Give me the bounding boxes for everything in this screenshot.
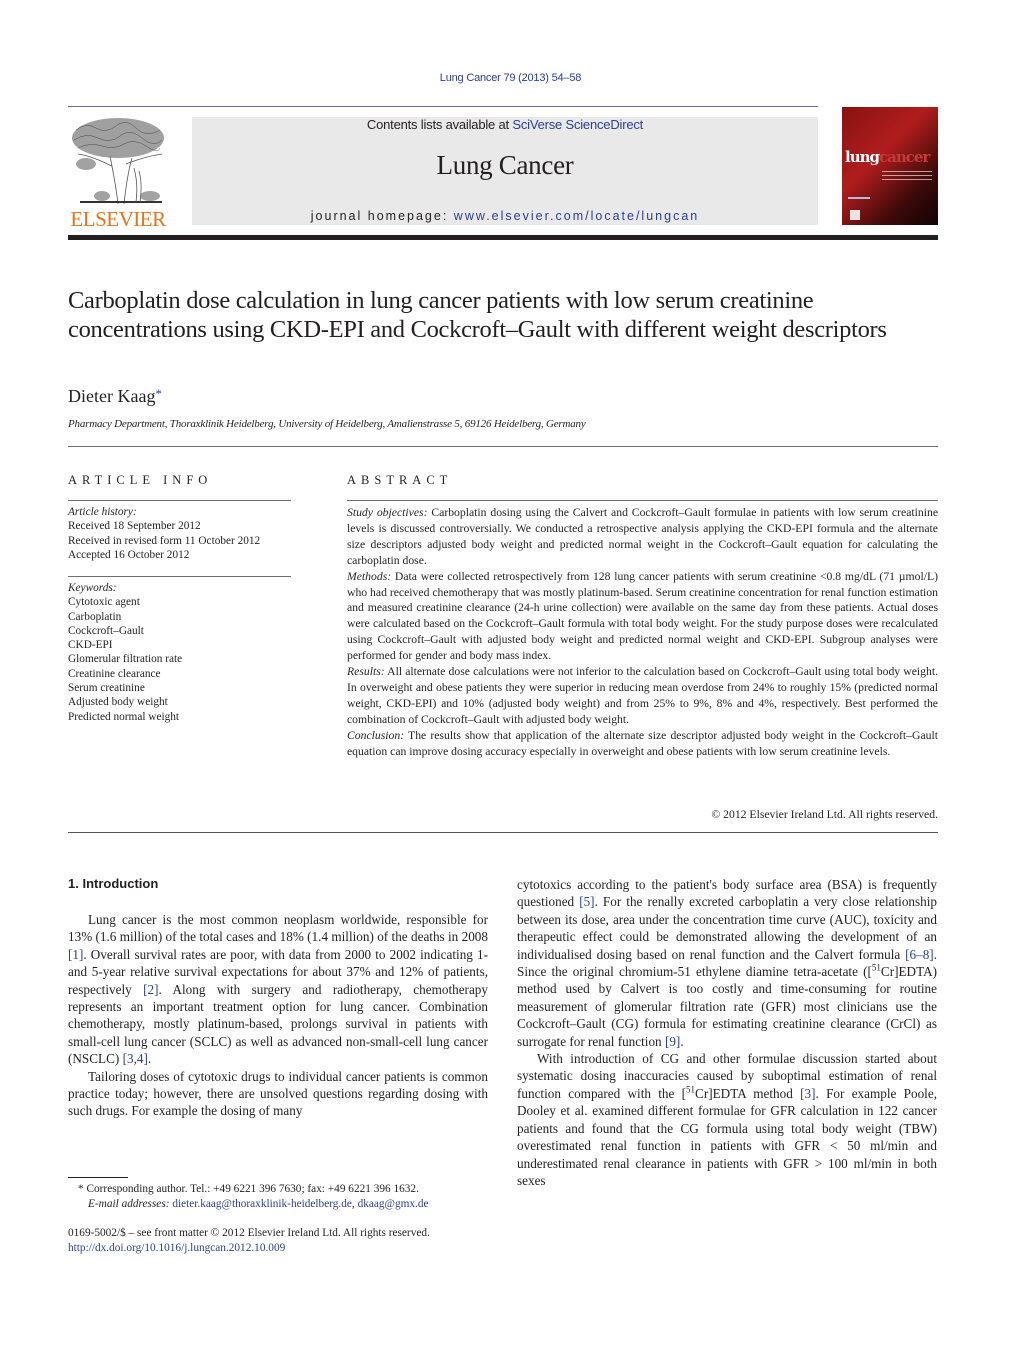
text-run: . bbox=[680, 1033, 684, 1049]
tree-icon bbox=[72, 118, 164, 205]
email-label: E-mail addresses: bbox=[88, 1198, 170, 1210]
abstract-copyright: © 2012 Elsevier Ireland Ltd. All rights … bbox=[711, 808, 938, 821]
abstract-section-text: All alternate dose calculations were not… bbox=[347, 665, 938, 726]
cover-title-part1: lung bbox=[845, 148, 880, 166]
citation-link[interactable]: [3] bbox=[800, 1086, 815, 1101]
text-run: . For example Poole, Dooley et al. exami… bbox=[517, 1085, 937, 1188]
citation-link[interactable]: [9] bbox=[665, 1034, 680, 1049]
citation-link[interactable]: [5] bbox=[579, 894, 594, 909]
contents-prefix: Contents lists available at bbox=[366, 117, 513, 132]
homepage-link[interactable]: www.elsevier.com/locate/lungcan bbox=[454, 209, 699, 223]
citation-link[interactable]: [3,4] bbox=[123, 1051, 148, 1066]
email-link[interactable]: dkaag@gmx.de bbox=[358, 1198, 429, 1210]
cover-strip bbox=[848, 197, 870, 199]
citation-link[interactable]: [6–8] bbox=[905, 947, 934, 962]
history-item: Received 18 September 2012 bbox=[68, 520, 201, 533]
abstract-section-label: Methods: bbox=[347, 569, 392, 583]
author: Dieter Kaag* bbox=[68, 386, 162, 407]
cover-title: lungcancer bbox=[845, 148, 930, 166]
superscript: 51 bbox=[871, 962, 881, 973]
keywords: Keywords: Cytotoxic agent Carboplatin Co… bbox=[68, 581, 298, 724]
keywords-label: Keywords: bbox=[68, 582, 117, 594]
header-rule bbox=[68, 106, 818, 107]
abstract-section-label: Study objectives: bbox=[347, 506, 428, 519]
article-title: Carboplatin dose calculation in lung can… bbox=[68, 287, 887, 343]
keyword: Cytotoxic agent bbox=[68, 596, 140, 609]
body-column-left: Lung cancer is the most common neoplasm … bbox=[68, 911, 488, 1120]
abstract-methods: Methods: Data were collected retrospecti… bbox=[347, 569, 938, 664]
abstract-section-label: Conclusion: bbox=[347, 728, 405, 742]
contents-availability: Contents lists available at SciVerse Sci… bbox=[192, 117, 818, 132]
text-run: Lung cancer is the most common neoplasm … bbox=[68, 912, 488, 945]
front-matter-text: 0169-5002/$ – see front matter © 2012 El… bbox=[68, 1227, 430, 1239]
article-info-heading: ARTICLE INFO bbox=[68, 473, 213, 487]
title-rule bbox=[68, 446, 938, 447]
history-item: Accepted 16 October 2012 bbox=[68, 548, 190, 561]
keyword: Adjusted body weight bbox=[68, 696, 168, 709]
paragraph: Lung cancer is the most common neoplasm … bbox=[68, 911, 488, 1068]
history-item: Received in revised form 11 October 2012 bbox=[68, 534, 261, 547]
text-run: . bbox=[147, 1051, 152, 1067]
cover-subtitle bbox=[882, 171, 932, 183]
homepage-label: journal homepage: bbox=[310, 209, 454, 223]
sciencedirect-link[interactable]: SciVerse ScienceDirect bbox=[512, 117, 643, 132]
footnote-rule bbox=[68, 1177, 128, 1178]
elsevier-logo: ELSEVIER bbox=[66, 116, 170, 230]
journal-citation-link[interactable]: Lung Cancer 79 (2013) 54–58 bbox=[440, 72, 582, 84]
abstract-rule bbox=[347, 500, 938, 501]
body-column-right: cytotoxics according to the patient's bo… bbox=[517, 876, 937, 1189]
footnote-text: Corresponding author. Tel.: +49 6221 396… bbox=[83, 1183, 419, 1195]
abstract-section-text: Data were collected retrospectively from… bbox=[347, 569, 938, 663]
superscript: 51 bbox=[686, 1084, 696, 1095]
keyword: Serum creatinine bbox=[68, 682, 145, 695]
keyword: Predicted normal weight bbox=[68, 710, 180, 723]
abstract-body: Study objectives: Carboplatin dosing usi… bbox=[347, 505, 938, 760]
paragraph: Tailoring doses of cytotoxic drugs to in… bbox=[68, 1068, 488, 1119]
abstract-section-label: Results: bbox=[347, 665, 385, 679]
text-run: Cr]EDTA method bbox=[695, 1085, 801, 1101]
footnote-emails: E-mail addresses: dieter.kaag@thoraxklin… bbox=[78, 1197, 508, 1212]
abstract-end-rule bbox=[68, 832, 938, 833]
keyword: Carboplatin bbox=[68, 610, 122, 623]
journal-cover-image: lungcancer bbox=[842, 107, 938, 225]
abstract-section-text: Carboplatin dosing using the Calvert and… bbox=[347, 506, 939, 567]
keyword: CKD-EPI bbox=[68, 639, 113, 652]
journal-citation[interactable]: Lung Cancer 79 (2013) 54–58 bbox=[0, 72, 1021, 84]
article-history: Article history: Received 18 September 2… bbox=[68, 505, 298, 562]
footnote-contact: * Corresponding author. Tel.: +49 6221 3… bbox=[78, 1182, 508, 1197]
abstract-conclusion: Conclusion: The results show that applic… bbox=[347, 728, 938, 760]
keyword: Creatinine clearance bbox=[68, 667, 161, 680]
paragraph: With introduction of CG and other formul… bbox=[517, 1050, 937, 1189]
abstract-heading: ABSTRACT bbox=[347, 473, 453, 487]
author-affiliation: Pharmacy Department, Thoraxklinik Heidel… bbox=[68, 418, 586, 430]
keyword: Cockcroft–Gault bbox=[68, 624, 144, 637]
corresponding-author-footnote: * Corresponding author. Tel.: +49 6221 3… bbox=[78, 1182, 508, 1212]
citation-link[interactable]: [2] bbox=[143, 982, 158, 997]
paragraph: cytotoxics according to the patient's bo… bbox=[517, 876, 937, 1050]
abstract-results: Results: All alternate dose calculations… bbox=[347, 664, 938, 728]
front-matter: 0169-5002/$ – see front matter © 2012 El… bbox=[68, 1226, 508, 1256]
header-thick-rule bbox=[68, 235, 938, 240]
history-label: Article history: bbox=[68, 506, 137, 518]
corresponding-author-mark[interactable]: * bbox=[155, 386, 162, 401]
abstract-objectives: Study objectives: Carboplatin dosing usi… bbox=[347, 505, 938, 569]
section-heading-introduction: 1. Introduction bbox=[68, 876, 159, 891]
elsevier-wordmark: ELSEVIER bbox=[70, 207, 166, 231]
citation-link[interactable]: [1] bbox=[68, 947, 83, 962]
journal-masthead: Contents lists available at SciVerse Sci… bbox=[192, 117, 818, 225]
author-name: Dieter Kaag bbox=[68, 386, 156, 406]
cover-badge-icon bbox=[850, 210, 860, 220]
doi-link[interactable]: http://dx.doi.org/10.1016/j.lungcan.2012… bbox=[68, 1242, 285, 1254]
cover-title-part2: cancer bbox=[879, 148, 930, 166]
article-info-rule bbox=[68, 500, 291, 501]
keywords-rule bbox=[68, 576, 291, 577]
journal-homepage: journal homepage: www.elsevier.com/locat… bbox=[192, 209, 818, 223]
keyword: Glomerular filtration rate bbox=[68, 653, 183, 666]
abstract-section-text: The results show that application of the… bbox=[347, 728, 938, 758]
email-link[interactable]: dieter.kaag@thoraxklinik-heidelberg.de bbox=[172, 1198, 352, 1210]
journal-name: Lung Cancer bbox=[436, 150, 574, 180]
